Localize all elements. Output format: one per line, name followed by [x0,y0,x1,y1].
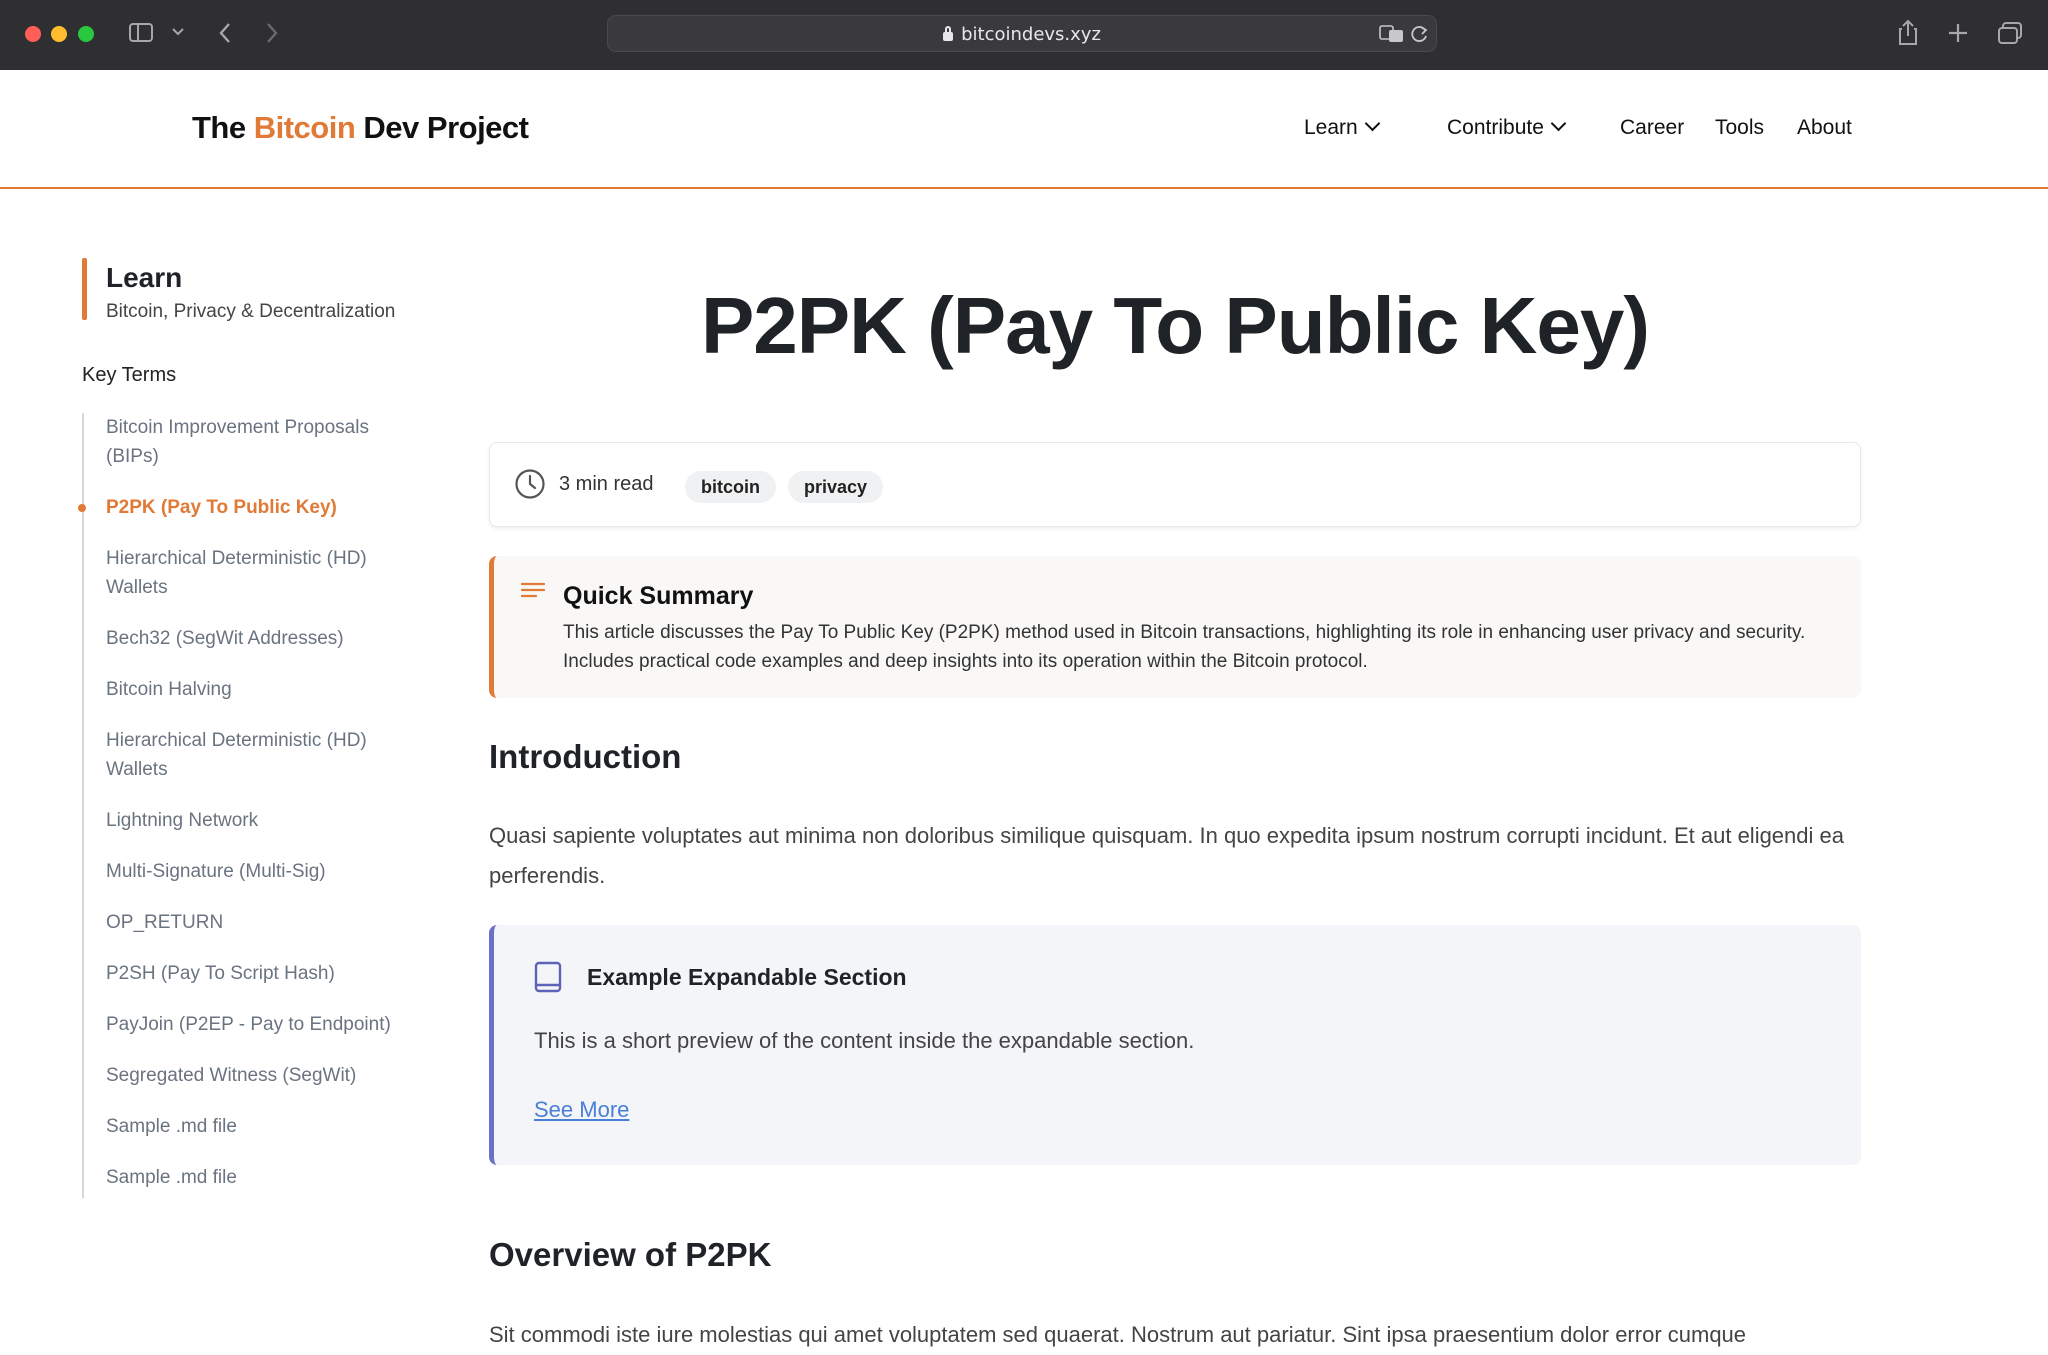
minimize-window-button[interactable] [51,26,67,42]
sidebar-heading: Key Terms [82,364,177,386]
sidebar-item[interactable]: Multi-Signature (Multi-Sig) [106,857,426,886]
logo-prefix: The [192,110,254,145]
nav-contribute[interactable]: Contribute [1447,115,1567,140]
sidebar-item[interactable]: Bitcoin Improvement Proposals (BIPs) [106,413,426,471]
sidebar-accent-bar [82,258,87,320]
overview-heading: Overview of P2PK [489,1236,772,1273]
sidebar-item[interactable]: Lightning Network [106,806,426,835]
nav-about[interactable]: About [1797,116,1852,140]
sidebar-item[interactable]: Hierarchical Deterministic (HD) Wallets [106,544,426,602]
logo-accent: Bitcoin [253,110,356,145]
article-meta-card: 3 min read bitcoin privacy [489,442,1861,527]
sidebar-item[interactable]: Segregated Witness (SegWit) [106,1061,426,1090]
site-header: The Bitcoin Dev Project Learn Contribute… [0,70,2048,189]
tag-badge[interactable]: privacy [788,471,884,503]
sidebar-item[interactable]: Sample .md file [106,1163,426,1192]
sidebar-item[interactable]: PayJoin (P2EP - Pay to Endpoint) [106,1010,426,1039]
read-time: 3 min read [559,473,654,495]
address-bar[interactable]: bitcoindevs.xyz [607,15,1437,52]
sidebar-item[interactable]: Bech32 (SegWit Addresses) [106,624,426,653]
close-window-button[interactable] [25,26,41,42]
share-icon[interactable] [1897,18,1919,46]
sidebar-list: Bitcoin Improvement Proposals (BIPs) P2P… [78,413,426,1214]
sidebar-item[interactable]: P2SH (Pay To Script Hash) [106,959,426,988]
site-logo[interactable]: The Bitcoin Dev Project [192,110,529,146]
quick-summary: Quick Summary This article discusses the… [489,556,1861,698]
intro-heading: Introduction [489,738,682,775]
nav-tools[interactable]: Tools [1715,116,1764,140]
translate-icon[interactable] [1379,24,1405,44]
sidebar-divider [82,413,84,1198]
overview-paragraph: Sit commodi iste iure molestias qui amet… [489,1322,1747,1347]
summary-lines-icon [521,582,545,598]
expandable-title: Example Expandable Section [587,964,907,990]
summary-text: This article discusses the Pay To Public… [563,622,1806,672]
sidebar-toggle-icon[interactable] [129,23,153,42]
browser-toolbar: bitcoindevs.xyz [0,0,2048,71]
zoom-window-button[interactable] [78,26,94,42]
chevron-down-icon[interactable] [171,27,185,37]
tag-badge[interactable]: bitcoin [685,471,776,503]
nav-career[interactable]: Career [1620,116,1684,140]
sidebar-subtitle: Bitcoin, Privacy & Decentralization [106,301,396,322]
clock-icon [515,469,545,499]
chevron-down-icon [1364,115,1380,132]
url-text: bitcoindevs.xyz [961,24,1101,45]
logo-suffix: Dev Project [355,110,529,145]
new-tab-icon[interactable] [1948,23,1968,43]
book-icon [534,961,562,993]
sidebar-item-active[interactable]: P2PK (Pay To Public Key) [78,493,426,522]
reload-icon[interactable] [1409,24,1429,44]
sidebar-title: Learn [106,262,183,293]
see-more-link[interactable]: See More [534,1097,629,1123]
intro-paragraph: Quasi sapiente voluptates aut minima non… [489,823,1844,888]
expandable-preview: This is a short preview of the content i… [534,1028,1195,1053]
summary-title: Quick Summary [563,582,754,610]
nav-contribute-label: Contribute [1447,116,1544,139]
forward-arrow-icon[interactable] [265,22,279,44]
sidebar-item[interactable]: Bitcoin Halving [106,675,426,704]
nav-learn-label: Learn [1304,116,1358,139]
back-arrow-icon[interactable] [218,22,232,44]
sidebar-item[interactable]: OP_RETURN [106,908,426,937]
nav-learn[interactable]: Learn [1304,115,1380,140]
page-title: P2PK (Pay To Public Key) [700,281,1650,370]
sidebar-item[interactable]: Hierarchical Deterministic (HD) Wallets [106,726,426,784]
chevron-down-icon [1550,115,1567,132]
lock-icon [943,26,954,41]
sidebar-item[interactable]: Sample .md file [106,1112,426,1141]
tab-overview-icon[interactable] [1997,21,2023,45]
expandable-section: Example Expandable Section This is a sho… [489,925,1861,1165]
